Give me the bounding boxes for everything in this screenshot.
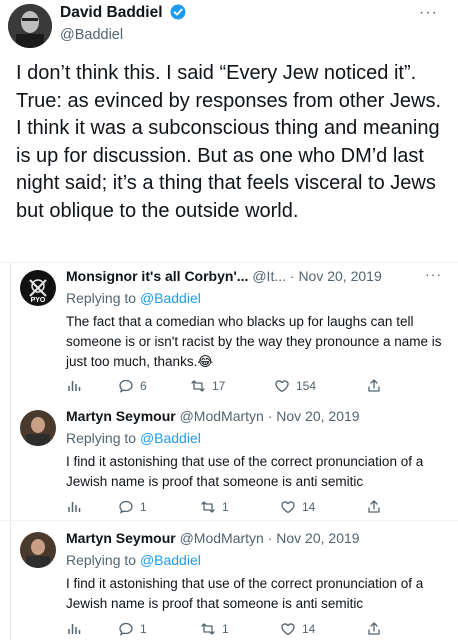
- svg-text:PYO: PYO: [31, 297, 46, 304]
- reply-count: 6: [140, 379, 147, 393]
- mention-link[interactable]: @Baddiel: [140, 552, 201, 568]
- like-count: 154: [296, 379, 317, 393]
- retweet-count: 1: [222, 500, 229, 514]
- reply-tweet[interactable]: Martyn Seymour @ModMartyn · Nov 20, 2019…: [0, 404, 458, 520]
- avatar[interactable]: [20, 532, 56, 568]
- like-count: 14: [302, 500, 316, 514]
- reply-button[interactable]: 1: [118, 621, 147, 637]
- share-button[interactable]: [366, 378, 382, 394]
- reply-text: I find it astonishing that use of the co…: [66, 454, 424, 489]
- reply-meta: @ModMartyn · Nov 20, 2019: [175, 530, 360, 546]
- avatar[interactable]: PYO: [20, 270, 56, 306]
- retweet-button[interactable]: 17: [190, 378, 225, 394]
- like-icon: [281, 501, 295, 514]
- share-icon: [368, 379, 380, 392]
- more-options-icon[interactable]: ···: [425, 266, 442, 282]
- views-button[interactable]: [66, 378, 82, 394]
- mention-link[interactable]: @Baddiel: [140, 290, 201, 306]
- reply-author-name[interactable]: Martyn Seymour: [66, 530, 176, 546]
- action-bar: 1 1 14: [66, 499, 386, 519]
- reply-meta: @It... · Nov 20, 2019: [248, 268, 382, 284]
- avatar[interactable]: [20, 410, 56, 446]
- main-tweet: David Baddiel @Baddiel ··· I don’t think…: [0, 0, 458, 262]
- mention-link[interactable]: @Baddiel: [140, 430, 201, 446]
- views-icon: [68, 381, 81, 391]
- reply-author-name[interactable]: Martyn Seymour: [66, 408, 176, 424]
- retweet-button[interactable]: 1: [200, 499, 229, 515]
- reply-tweet[interactable]: Martyn Seymour @ModMartyn · Nov 20, 2019…: [0, 526, 458, 640]
- like-button[interactable]: 14: [280, 621, 315, 637]
- share-icon: [368, 622, 380, 635]
- retweet-icon: [191, 380, 205, 392]
- retweet-icon: [201, 623, 215, 635]
- divider: [0, 520, 458, 521]
- reply-count: 1: [140, 500, 147, 514]
- retweet-icon: [201, 501, 215, 513]
- reply-meta: @ModMartyn · Nov 20, 2019: [175, 408, 360, 424]
- verified-icon: [170, 4, 186, 20]
- retweet-button[interactable]: 1: [200, 621, 229, 637]
- avatar[interactable]: [8, 4, 52, 48]
- views-icon: [68, 624, 81, 634]
- like-count: 14: [302, 622, 316, 636]
- author-handle[interactable]: @Baddiel: [60, 27, 186, 43]
- action-bar: 1 1 14: [66, 621, 386, 640]
- reply-author-name[interactable]: Monsignor it's all Corbyn'...: [66, 268, 248, 284]
- reply-text: The fact that a comedian who blacks up f…: [66, 314, 442, 369]
- author-name[interactable]: David Baddiel: [60, 4, 163, 22]
- views-button[interactable]: [66, 499, 82, 515]
- tweet-text: I don’t think this. I said “Every Jew no…: [16, 62, 441, 222]
- reply-count: 1: [140, 622, 147, 636]
- views-icon: [68, 502, 81, 512]
- reply-tweet[interactable]: PYO Monsignor it's all Corbyn'... @It...…: [0, 264, 458, 404]
- like-icon: [275, 380, 289, 393]
- replying-to: Replying to @Baddiel: [66, 552, 201, 568]
- like-button[interactable]: 154: [274, 378, 316, 394]
- share-icon: [368, 500, 380, 513]
- share-button[interactable]: [366, 499, 382, 515]
- more-options-icon[interactable]: ···: [419, 4, 438, 22]
- retweet-count: 17: [212, 379, 226, 393]
- reply-text: I find it astonishing that use of the co…: [66, 576, 424, 611]
- retweet-count: 1: [222, 622, 229, 636]
- reply-button[interactable]: 6: [118, 378, 147, 394]
- replying-to: Replying to @Baddiel: [66, 290, 201, 306]
- reply-icon: [119, 622, 133, 636]
- reply-icon: [119, 500, 133, 514]
- share-button[interactable]: [366, 621, 382, 637]
- reply-icon: [119, 379, 133, 393]
- views-button[interactable]: [66, 621, 82, 637]
- divider: [0, 262, 458, 263]
- like-button[interactable]: 14: [280, 499, 315, 515]
- like-icon: [281, 623, 295, 636]
- replying-to: Replying to @Baddiel: [66, 430, 201, 446]
- reply-button[interactable]: 1: [118, 499, 147, 515]
- action-bar: 6 17 154: [66, 378, 386, 398]
